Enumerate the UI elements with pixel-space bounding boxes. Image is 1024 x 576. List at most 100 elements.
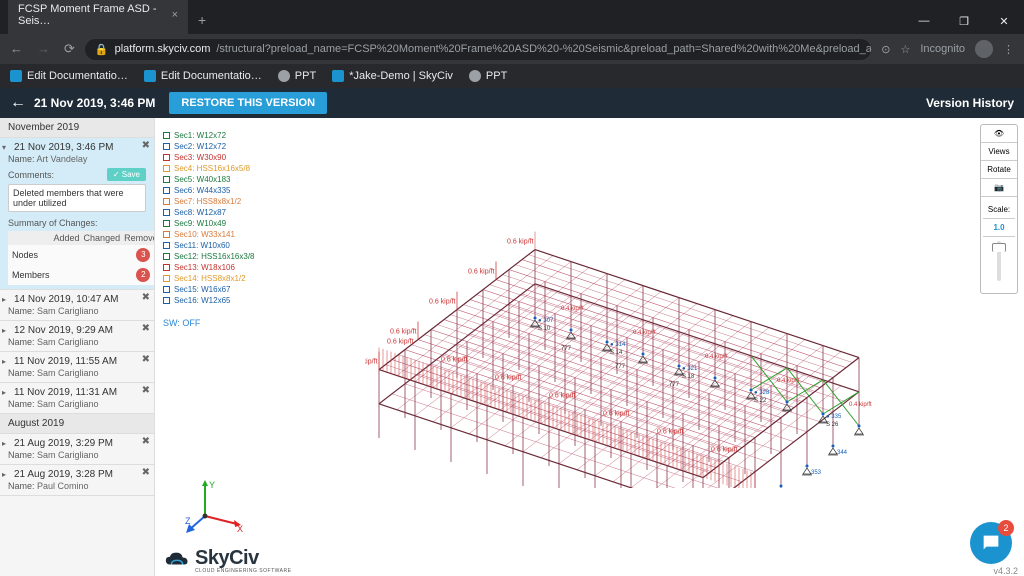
back-icon[interactable]: ← <box>10 41 23 57</box>
views-button[interactable]: Views <box>981 143 1017 161</box>
svg-text:● 335: ● 335 <box>826 414 842 420</box>
pin-icon[interactable]: ✖ <box>142 292 150 303</box>
rotate-button[interactable]: Rotate <box>981 161 1017 179</box>
cloud-icon <box>163 550 191 572</box>
github-icon <box>469 70 481 82</box>
forward-icon[interactable]: → <box>37 41 50 57</box>
chevron-right-icon[interactable]: ▸ <box>2 470 6 479</box>
site-icon <box>144 70 156 82</box>
bookmark-item[interactable]: Edit Documentatio… <box>10 70 128 82</box>
pin-icon[interactable]: ✖ <box>142 140 150 151</box>
bookmark-item[interactable]: PPT <box>469 70 507 82</box>
svg-text:S 26: S 26 <box>826 422 839 428</box>
table-row: Nodes3 <box>8 245 155 265</box>
version-item[interactable]: ▸✖ 21 Aug 2019, 3:28 PM Name: Paul Comin… <box>0 465 154 496</box>
incognito-label: Incognito <box>920 43 965 55</box>
chevron-right-icon[interactable]: ▸ <box>2 388 6 397</box>
svg-text:0.4 kip/ft: 0.4 kip/ft <box>633 330 656 336</box>
comments-label: Comments: <box>8 170 54 180</box>
maximize-icon[interactable]: ❐ <box>944 9 984 34</box>
svg-text:0.4 kip/ft: 0.4 kip/ft <box>777 378 800 384</box>
tab-title: FCSP Moment Frame ASD - Seis… <box>18 3 164 27</box>
slider-thumb[interactable] <box>992 243 1006 252</box>
bookmark-item[interactable]: Edit Documentatio… <box>144 70 262 82</box>
removed-badge: 3 <box>136 248 150 262</box>
svg-text:● 321: ● 321 <box>682 366 698 372</box>
svg-text:0.6 kip/ft: 0.6 kip/ft <box>365 359 378 366</box>
back-arrow-icon[interactable]: ← <box>10 94 26 112</box>
url-path: /structural?preload_name=FCSP%20Moment%2… <box>216 43 871 55</box>
svg-text:0.6 kip/ft: 0.6 kip/ft <box>429 299 456 306</box>
reload-icon[interactable]: ⟳ <box>64 41 75 57</box>
restore-button[interactable]: RESTORE THIS VERSION <box>169 92 327 114</box>
svg-text:S 22: S 22 <box>754 398 767 404</box>
pin-icon[interactable]: ✖ <box>142 467 150 478</box>
version-item[interactable]: ▸✖ 21 Aug 2019, 3:29 PM Name: Sam Carigl… <box>0 434 154 465</box>
model-viewport[interactable]: Sec1: W12x72Sec2: W12x72Sec3: W30x90Sec4… <box>155 118 1024 576</box>
camera-button[interactable]: 📷 <box>981 179 1017 197</box>
minimize-icon[interactable]: — <box>904 9 944 34</box>
search-icon[interactable]: ⊙ <box>881 43 890 56</box>
close-icon[interactable]: × <box>172 9 178 21</box>
url-input[interactable]: 🔒 platform.skyciv.com/structural?preload… <box>85 39 871 60</box>
visibility-button[interactable]: 👁 <box>981 125 1017 143</box>
chevron-right-icon[interactable]: ▸ <box>2 439 6 448</box>
version-item[interactable]: ▸✖ 14 Nov 2019, 10:47 AM Name: Sam Carig… <box>0 290 154 321</box>
pin-icon[interactable]: ✖ <box>142 354 150 365</box>
chevron-down-icon[interactable]: ▾ <box>2 143 6 152</box>
scale-control[interactable]: Scale: 1.0 <box>981 197 1017 293</box>
header-title: 21 Nov 2019, 3:46 PM <box>34 96 155 110</box>
save-comment-button[interactable]: ✓ Save <box>107 168 146 181</box>
scale-slider[interactable] <box>997 241 1001 281</box>
svg-text:0.4 kip/ft: 0.4 kip/ft <box>849 402 872 408</box>
svg-text:777: 777 <box>561 346 572 352</box>
svg-text:S 14: S 14 <box>610 350 623 356</box>
pin-icon[interactable]: ✖ <box>142 436 150 447</box>
menu-icon[interactable]: ⋮ <box>1003 43 1014 56</box>
comment-input[interactable]: Deleted members that were under utilized <box>8 184 146 212</box>
svg-text:● 328: ● 328 <box>754 390 770 396</box>
svg-text:0.6 kip/ft: 0.6 kip/ft <box>657 429 684 436</box>
close-window-icon[interactable]: ✕ <box>984 9 1024 34</box>
pin-icon[interactable]: ✖ <box>142 385 150 396</box>
section-legend: Sec1: W12x72Sec2: W12x72Sec3: W30x90Sec4… <box>163 130 255 306</box>
pin-icon[interactable]: ✖ <box>142 323 150 334</box>
url-host: platform.skyciv.com <box>115 43 211 55</box>
logo-sub: CLOUD ENGINEERING SOFTWARE <box>195 568 291 574</box>
bookmark-item[interactable]: PPT <box>278 70 316 82</box>
chat-badge: 2 <box>998 520 1014 536</box>
axes-gizmo: Y X Z <box>185 476 245 536</box>
browser-tab-active[interactable]: FCSP Moment Frame ASD - Seis… × <box>8 0 188 34</box>
version-item[interactable]: ▸✖ 11 Nov 2019, 11:31 AM Name: Sam Carig… <box>0 383 154 414</box>
bookmark-item[interactable]: *Jake-Demo | SkyCiv <box>332 70 453 82</box>
chat-button[interactable]: 2 <box>970 522 1012 564</box>
self-weight-label: SW: OFF <box>163 318 200 328</box>
github-icon <box>278 70 290 82</box>
svg-text:0.6 kip/ft: 0.6 kip/ft <box>549 393 576 400</box>
app-header: ← 21 Nov 2019, 3:46 PM RESTORE THIS VERS… <box>0 88 1024 118</box>
svg-text:0.4 kip/ft: 0.4 kip/ft <box>561 306 584 312</box>
month-header: August 2019 <box>0 414 154 434</box>
chat-icon <box>980 532 1002 554</box>
removed-badge: 2 <box>136 268 150 282</box>
svg-text:777: 777 <box>615 364 626 370</box>
version-history-label: Version History <box>926 96 1014 110</box>
chevron-right-icon[interactable]: ▸ <box>2 326 6 335</box>
star-icon[interactable]: ☆ <box>900 43 910 56</box>
incognito-icon[interactable] <box>975 40 993 58</box>
structural-model: 0.6 kip/ft 0.6 kip/ft 0.6 kip/ft 0.6 kip/ft… <box>365 118 1015 488</box>
version-item[interactable]: ▸✖ 12 Nov 2019, 9:29 AM Name: Sam Carigl… <box>0 321 154 352</box>
new-tab-button[interactable]: + <box>188 6 216 34</box>
version-time: 21 Nov 2019, 3:46 PM <box>8 142 146 153</box>
month-header: November 2019 <box>0 118 154 138</box>
svg-text:X: X <box>237 524 243 534</box>
version-item-active[interactable]: ▾ ✖ 21 Nov 2019, 3:46 PM Name: Art Vande… <box>0 138 154 290</box>
svg-text:0.6 kip/ft: 0.6 kip/ft <box>603 411 630 418</box>
chevron-right-icon[interactable]: ▸ <box>2 295 6 304</box>
logo-text: SkyCiv <box>195 547 291 570</box>
version-item[interactable]: ▸✖ 11 Nov 2019, 11:55 AM Name: Sam Carig… <box>0 352 154 383</box>
summary-table: AddedChangedRemoved Nodes3 Members2 <box>8 231 155 285</box>
scale-value: 1.0 <box>983 219 1015 237</box>
browser-tab-strip: FCSP Moment Frame ASD - Seis… × + — ❐ ✕ <box>0 0 1024 34</box>
chevron-right-icon[interactable]: ▸ <box>2 357 6 366</box>
